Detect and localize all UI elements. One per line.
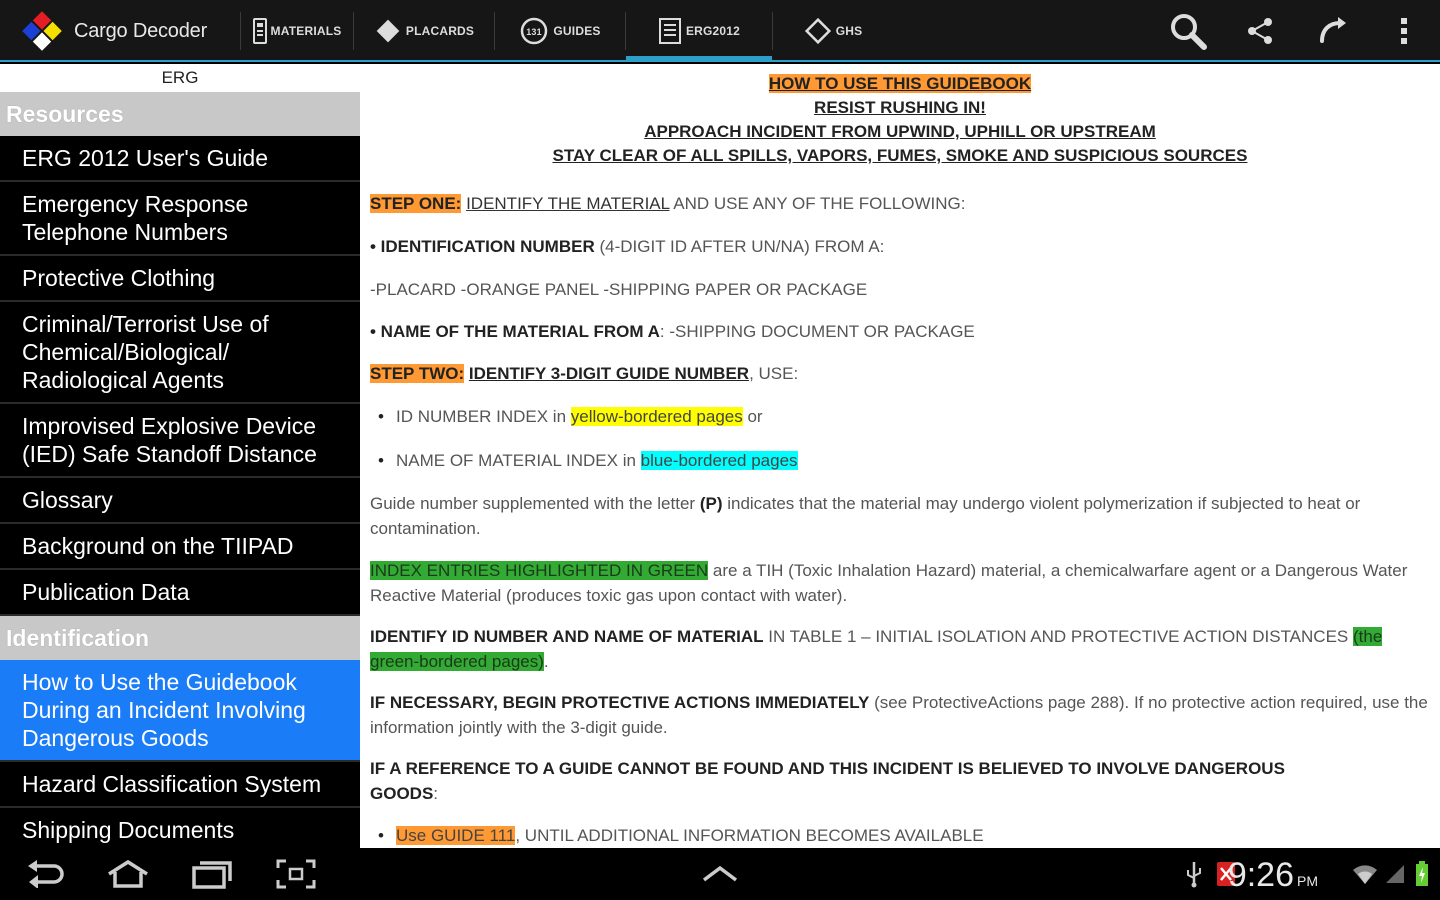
svg-text:131: 131	[527, 27, 543, 37]
clock-ampm: PM	[1297, 873, 1318, 889]
polymerization-note: Guide number supplemented with the lette…	[370, 491, 1430, 541]
diamond-icon	[374, 17, 402, 45]
step-one-link[interactable]: IDENTIFY THE MATERIAL	[466, 194, 669, 213]
sidebar-item-ied-standoff[interactable]: Improvised Explosive Device (IED) Safe S…	[0, 404, 360, 478]
table1-text: IN TABLE 1 – INITIAL ISOLATION AND PROTE…	[763, 627, 1353, 646]
share-icon[interactable]	[1224, 0, 1296, 62]
protective-actions-note: IF NECESSARY, BEGIN PROTECTIVE ACTIONS I…	[370, 690, 1430, 740]
battery-icon	[1410, 848, 1434, 900]
undo-icon[interactable]	[1296, 0, 1368, 62]
id-number-text: (4-DIGIT ID AFTER UN/NA) FROM A:	[594, 237, 885, 256]
tab-ghs-label: GHS	[835, 24, 863, 38]
section-identification: Identification	[0, 616, 360, 660]
id-number-label: • IDENTIFICATION NUMBER	[370, 237, 595, 256]
id-card-icon	[252, 18, 267, 44]
back-icon[interactable]	[14, 848, 78, 900]
section-resources: Resources	[0, 92, 360, 136]
sidebar-item-tiipad[interactable]: Background on the TIIPAD	[0, 524, 360, 570]
sidebar-item-telephone-numbers[interactable]: Emergency Response Telephone Numbers	[0, 182, 360, 256]
protective-actions-label: IF NECESSARY, BEGIN PROTECTIVE ACTIONS I…	[370, 693, 870, 712]
tab-materials[interactable]: MATERIALS	[241, 0, 353, 62]
sidebar-item-protective-clothing[interactable]: Protective Clothing	[0, 256, 360, 302]
reference-note: IF A REFERENCE TO A GUIDE CANNOT BE FOUN…	[370, 756, 1430, 806]
step-two-label: STEP TWO:	[370, 364, 465, 383]
step-one-text: AND USE ANY OF THE FOLLOWING:	[669, 194, 966, 213]
chevron-up-icon[interactable]	[690, 848, 750, 900]
name-index-text: NAME OF MATERIAL INDEX in	[396, 451, 641, 470]
sidebar-item-publication-data[interactable]: Publication Data	[0, 570, 360, 616]
guide-subtitle-stay-clear: STAY CLEAR OF ALL SPILLS, VAPORS, FUMES,…	[552, 146, 1248, 165]
overflow-menu-icon[interactable]	[1368, 0, 1440, 62]
tab-erg2012-label: ERG2012	[685, 24, 741, 38]
id-index-text: ID NUMBER INDEX in	[396, 407, 571, 426]
step-two-link[interactable]: IDENTIFY 3-DIGIT GUIDE NUMBER	[469, 364, 749, 383]
green-entries-label: INDEX ENTRIES HIGHLIGHTED IN GREEN	[370, 561, 709, 580]
green-entries-note: INDEX ENTRIES HIGHLIGHTED IN GREEN are a…	[370, 558, 1430, 608]
table1-note: IDENTIFY ID NUMBER AND NAME OF MATERIAL …	[370, 624, 1430, 674]
guide111-bullet: Use GUIDE 111, UNTIL ADDITIONAL INFORMAT…	[378, 823, 984, 848]
table1-label: IDENTIFY ID NUMBER AND NAME OF MATERIAL	[370, 627, 764, 646]
blue-pages-link[interactable]: blue-bordered pages	[640, 451, 798, 470]
polymerization-text: Guide number supplemented with the lette…	[370, 494, 700, 513]
screenshot-icon[interactable]	[264, 848, 328, 900]
sidebar-item-users-guide[interactable]: ERG 2012 User's Guide	[0, 136, 360, 182]
table1-end: .	[543, 652, 549, 671]
material-name-text: : -SHIPPING DOCUMENT OR PACKAGE	[659, 322, 975, 341]
polymerization-letter: (P)	[699, 494, 723, 513]
sidebar-item-shipping-documents[interactable]: Shipping Documents	[0, 808, 360, 848]
placard-line: -PLACARD -ORANGE PANEL -SHIPPING PAPER O…	[370, 280, 868, 299]
guide111-text: , UNTIL ADDITIONAL INFORMATION BECOMES A…	[515, 826, 984, 845]
step-one-label: STEP ONE:	[370, 194, 462, 213]
material-name-label: • NAME OF THE MATERIAL FROM A	[370, 322, 660, 341]
recent-apps-icon[interactable]	[180, 848, 244, 900]
name-index-bullet: NAME OF MATERIAL INDEX in blue-bordered …	[378, 448, 798, 473]
tab-placards-label: PLACARDS	[405, 24, 475, 38]
reference-label: IF A REFERENCE TO A GUIDE CANNOT BE FOUN…	[370, 759, 1285, 778]
sidebar-header: ERG	[0, 64, 360, 92]
yellow-pages-link[interactable]: yellow-bordered pages	[570, 407, 743, 426]
guide111-link[interactable]: Use GUIDE 111	[396, 826, 516, 845]
id-index-bullet: ID NUMBER INDEX in yellow-bordered pages…	[378, 404, 763, 429]
book-icon	[658, 17, 682, 45]
guide-content: HOW TO USE THIS GUIDEBOOK RESIST RUSHING…	[360, 64, 1440, 848]
reference-label-end: GOODS	[370, 784, 434, 803]
identification-number-line: • IDENTIFICATION NUMBER (4-DIGIT ID AFTE…	[370, 234, 1430, 259]
sidebar-item-hazard-classification[interactable]: Hazard Classification System	[0, 762, 360, 808]
sidebar-item-how-to-use[interactable]: How to Use the Guidebook During an Incid…	[0, 660, 360, 762]
step-two-paragraph: STEP TWO: IDENTIFY 3-DIGIT GUIDE NUMBER,…	[370, 361, 1430, 386]
guide-header: HOW TO USE THIS GUIDEBOOK RESIST RUSHING…	[360, 64, 1440, 168]
hazmat-diamond-logo-icon	[20, 9, 64, 53]
sidebar: ERG Resources ERG 2012 User's Guide Emer…	[0, 64, 360, 848]
diamond-outline-icon	[804, 17, 832, 45]
system-nav-bar: 9:26 PM	[0, 848, 1440, 900]
action-icons	[1152, 0, 1440, 62]
sidebar-item-glossary[interactable]: Glossary	[0, 478, 360, 524]
badge-icon: 131	[519, 16, 549, 46]
guide-subtitle-resist: RESIST RUSHING IN!	[814, 98, 986, 117]
usb-icon	[1180, 848, 1208, 900]
app-title: Cargo Decoder	[74, 19, 208, 42]
signal-icon	[1382, 848, 1408, 900]
status-clock: 9:26 PM	[1228, 848, 1318, 900]
tab-guides[interactable]: 131 GUIDES	[495, 0, 625, 62]
tab-materials-label: MATERIALS	[270, 24, 342, 38]
guide-subtitle-approach: APPROACH INCIDENT FROM UPWIND, UPHILL OR…	[644, 122, 1156, 141]
material-name-line: • NAME OF THE MATERIAL FROM A: -SHIPPING…	[370, 319, 1430, 344]
search-icon[interactable]	[1152, 0, 1224, 62]
step-two-text: , USE:	[749, 364, 799, 383]
tab-placards[interactable]: PLACARDS	[354, 0, 494, 62]
tab-guides-label: GUIDES	[553, 24, 601, 38]
wifi-icon	[1350, 848, 1380, 900]
reference-colon: :	[433, 784, 439, 803]
tab-ghs[interactable]: GHS	[773, 0, 893, 62]
sidebar-item-criminal-terrorist[interactable]: Criminal/Terrorist Use of Chemical/Biolo…	[0, 302, 360, 404]
step-one-paragraph: STEP ONE: IDENTIFY THE MATERIAL AND USE …	[370, 191, 1430, 216]
clock-time: 9:26	[1227, 856, 1294, 894]
id-index-or: or	[742, 407, 763, 426]
app-brand[interactable]: Cargo Decoder	[0, 0, 240, 62]
home-icon[interactable]	[96, 848, 160, 900]
tab-erg2012[interactable]: ERG2012	[626, 0, 772, 62]
action-bar: Cargo Decoder MATERIALS PLACARDS 131 GUI…	[0, 0, 1440, 62]
guide-title: HOW TO USE THIS GUIDEBOOK	[768, 74, 1032, 93]
